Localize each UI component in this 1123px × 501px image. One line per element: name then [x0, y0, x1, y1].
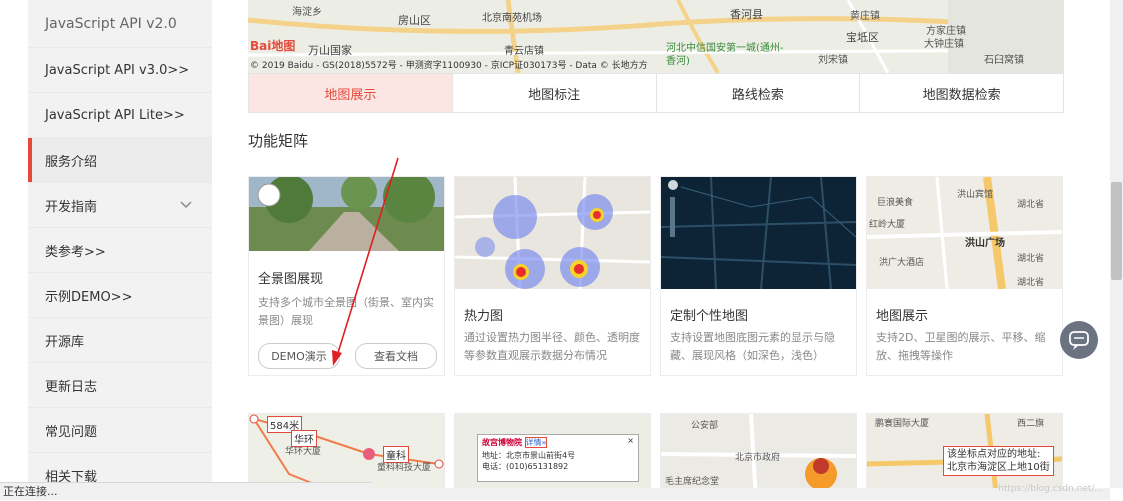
map-label: 宝坻区	[846, 31, 879, 44]
card-marker-map[interactable]: 公安部 北京市政府 毛主席纪念堂	[660, 413, 857, 500]
card-info-window[interactable]: 故宫博物院 详情» × 地址：北京市景山前街4号 电话：(010)6513189…	[454, 413, 651, 500]
map-label: 黄庄镇	[850, 11, 880, 22]
watermark: https://blog.csdn.net/...	[998, 484, 1103, 494]
card-custom-map[interactable]: 定制个性地图 支持设置地图底图元素的显示与隐藏、展现风格（如深色，浅色）	[660, 176, 857, 376]
map-label: 刘宋镇	[818, 55, 848, 66]
close-icon[interactable]: ×	[627, 436, 634, 445]
sidebar-item-changelog[interactable]: 更新日志	[28, 363, 212, 408]
window-gutter	[0, 0, 28, 500]
map-label: 洪山广场	[965, 238, 1005, 249]
map-label: 湖北省	[1017, 254, 1045, 264]
map-label: 公安部	[691, 421, 719, 431]
map-label: 红岭大厦	[869, 220, 906, 230]
tab-map-marker[interactable]: 地图标注	[453, 74, 657, 112]
map-label: 洪广大酒店	[879, 258, 925, 268]
map-label: 巨浪美食	[877, 198, 914, 208]
feature-tabs: 地图展示 地图标注 路线检索 地图数据检索	[248, 73, 1064, 113]
sidebar-item-label: 服务介绍	[45, 154, 98, 170]
tab-map-display[interactable]: 地图展示	[249, 74, 453, 112]
status-bar: 正在连接...	[0, 482, 372, 500]
card-description: 支持多个城市全景图（街景、室内实景图）展现	[258, 296, 434, 327]
map-preview[interactable]: 海淀乡 房山区 北京南苑机场 香河县 宝坻区 方家庄镇 大钟庄镇 石臼窝镇 万山…	[248, 0, 1064, 73]
sidebar-item-label: 示例DEMO>>	[45, 289, 133, 305]
map-label: 北京南苑机场	[482, 13, 542, 24]
map-label: 童科科技大厦	[377, 463, 432, 473]
map-label: 毛主席纪念堂	[665, 477, 720, 487]
popup-link[interactable]: 详情»	[524, 437, 548, 448]
sidebar-item-dev-guide[interactable]: 开发指南	[28, 183, 212, 228]
sidebar-item-open-source[interactable]: 开源库	[28, 318, 212, 363]
sidebar-item-js-api-v3[interactable]: JavaScript API v3.0>>	[28, 48, 212, 93]
section-title: 功能矩阵	[248, 132, 309, 150]
chevron-down-icon	[180, 201, 192, 209]
sidebar-item-class-ref[interactable]: 类参考>>	[28, 228, 212, 273]
card-title: 全景图展现	[258, 272, 324, 287]
map-label: 房山区	[398, 14, 431, 27]
demo-button[interactable]: DEMO演示	[258, 343, 340, 369]
sidebar-item-faq[interactable]: 常见问题	[28, 408, 212, 453]
chat-button[interactable]	[1060, 321, 1098, 359]
map-label: 鹏寰国际大厦	[875, 419, 930, 429]
card-thumbnail: 巨浪美食 红岭大厦 洪山宾馆 洪山广场 湖北省 洪广大酒店 湖北省 湖北省	[867, 177, 1062, 289]
card-thumbnail	[249, 177, 444, 251]
card-heatmap[interactable]: 热力图 通过设置热力图半径、颜色、透明度等参数直观展示数据分布情况	[454, 176, 651, 376]
map-label: 大钟庄镇	[924, 39, 964, 50]
sidebar: JavaScript API v2.0 JavaScript API v3.0>…	[28, 0, 212, 500]
baidu-logo: Bai地图	[250, 39, 296, 53]
sidebar-item-js-api-v2[interactable]: JavaScript API v2.0	[28, 0, 212, 48]
sidebar-item-js-api-lite[interactable]: JavaScript API Lite>>	[28, 93, 212, 138]
sidebar-item-label: 更新日志	[45, 379, 98, 395]
map-label: 石臼窝镇	[984, 55, 1024, 66]
sidebar-item-label: JavaScript API v3.0>>	[45, 62, 190, 78]
info-window-popup: 故宫博物院 详情» × 地址：北京市景山前街4号 电话：(010)6513189…	[477, 434, 639, 482]
map-label: 青云店镇	[504, 46, 544, 57]
map-label: 西二旗	[1017, 419, 1045, 429]
map-label: 洪山宾馆	[957, 190, 994, 200]
tab-map-data-search[interactable]: 地图数据检索	[860, 74, 1063, 112]
sidebar-item-label: JavaScript API v2.0	[45, 15, 177, 32]
sidebar-item-label: 类参考>>	[45, 244, 106, 260]
map-label: 北京市政府	[735, 453, 781, 463]
sidebar-item-demo[interactable]: 示例DEMO>>	[28, 273, 212, 318]
sidebar-item-label: 开发指南	[45, 199, 98, 215]
sidebar-item-label: 常见问题	[45, 424, 98, 440]
chat-icon	[1069, 331, 1089, 350]
map-label: 海淀乡	[292, 7, 322, 18]
card-thumbnail	[455, 177, 650, 289]
sidebar-item-label: 开源库	[45, 334, 85, 350]
card-title: 热力图	[464, 309, 504, 324]
sidebar-item-label: JavaScript API Lite>>	[45, 107, 185, 123]
map-label: 湖北省	[1017, 200, 1045, 210]
map-label: 华环大厦	[285, 447, 322, 457]
popup-phone: 电话：(010)65131892	[482, 462, 569, 471]
card-description: 通过设置热力图半径、颜色、透明度等参数直观展示数据分布情况	[464, 331, 640, 362]
address-tooltip: 该坐标点对应的地址: 北京市海淀区上地10街	[943, 446, 1054, 476]
card-description: 支持设置地图底图元素的显示与隐藏、展现风格（如深色，浅色）	[670, 331, 835, 362]
card-title: 地图展示	[876, 309, 929, 324]
view-docs-button[interactable]: 查看文档	[355, 343, 437, 369]
card-panorama[interactable]: 全景图展现 支持多个城市全景图（街景、室内实景图）展现 DEMO演示 查看文档	[248, 176, 445, 376]
tab-route-search[interactable]: 路线检索	[657, 74, 861, 112]
card-description: 支持2D、卫星图的展示、平移、缩放、拖拽等操作	[876, 331, 1046, 362]
main-content: 海淀乡 房山区 北京南苑机场 香河县 宝坻区 方家庄镇 大钟庄镇 石臼窝镇 万山…	[212, 0, 1102, 500]
map-label: 湖北省	[1017, 278, 1045, 288]
scrollbar-thumb[interactable]	[1111, 182, 1122, 280]
map-label: 河北中信国安第一城(通州-香河)	[666, 43, 784, 67]
card-thumbnail	[661, 177, 856, 289]
map-label: 万山国家	[308, 44, 352, 57]
card-map-display[interactable]: 巨浪美食 红岭大厦 洪山宾馆 洪山广场 湖北省 洪广大酒店 湖北省 湖北省 地图…	[866, 176, 1063, 376]
map-label: 香河县	[730, 8, 763, 21]
popup-address: 地址：北京市景山前街4号	[482, 451, 576, 460]
map-copyright: © 2019 Baidu - GS(2018)5572号 - 甲测资字11009…	[250, 61, 648, 71]
sidebar-item-service-intro[interactable]: 服务介绍	[28, 138, 212, 183]
popup-title: 故宫博物院	[482, 438, 522, 447]
card-title: 定制个性地图	[670, 309, 749, 324]
